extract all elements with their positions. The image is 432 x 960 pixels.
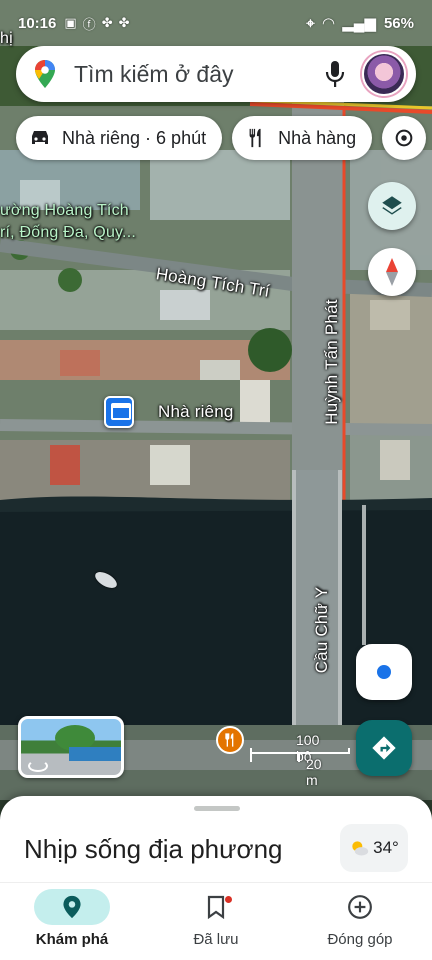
pinwheel-icon: ✤ — [118, 15, 130, 30]
bottom-sheet[interactable]: Nhịp sống địa phương 34° — [0, 796, 432, 886]
microphone-icon[interactable] — [322, 59, 348, 89]
bookmark-icon — [207, 895, 225, 919]
street-view-icon — [28, 760, 48, 772]
chip-restaurants[interactable]: Nhà hàng — [232, 116, 373, 160]
layers-button[interactable] — [368, 182, 416, 230]
profile-avatar[interactable] — [362, 52, 406, 96]
sheet-drag-handle[interactable] — [194, 806, 240, 811]
my-location-button[interactable] — [356, 644, 412, 700]
layers-icon — [382, 196, 402, 215]
status-time: 10:16 — [18, 14, 57, 32]
partly-sunny-icon — [352, 841, 369, 856]
wifi-icon: ◠ — [322, 15, 335, 32]
facebook-icon: ⓕ — [82, 16, 96, 32]
nav-saved[interactable]: Đã lưu — [144, 889, 288, 959]
home-label[interactable]: Nhà riêng — [158, 402, 234, 422]
add-circle-icon — [348, 895, 372, 919]
restaurant-marker-icon[interactable] — [216, 726, 244, 754]
more-places-icon — [395, 129, 413, 147]
home-marker-icon[interactable] — [104, 396, 134, 428]
scale-label-meters: 20 m — [306, 756, 322, 788]
weather-temperature: 34° — [373, 838, 399, 857]
search-input[interactable]: Tìm kiếm ở đây — [74, 61, 322, 88]
search-bar[interactable]: Tìm kiếm ở đây — [16, 46, 416, 102]
directions-icon — [372, 736, 396, 760]
sheet-title: Nhịp sống địa phương — [24, 834, 283, 864]
weather-chip[interactable]: 34° — [340, 824, 408, 872]
chip-home-route-label: Nhà riêng · 6 phút — [62, 127, 207, 148]
status-bar: 10:16 ▣ ⓕ ✤ ✤ ⌖ ◠ ▂▄▆ 56% — [0, 0, 432, 46]
battery-level: 56% — [383, 14, 414, 32]
my-location-icon — [377, 665, 391, 679]
nav-explore[interactable]: Khám phá — [0, 889, 144, 959]
chip-more[interactable] — [382, 116, 427, 160]
street-view-awning — [69, 747, 121, 761]
nav-contribute-label: Đóng góp — [327, 931, 393, 948]
location-icon: ⌖ — [306, 14, 315, 32]
saved-notification-dot — [225, 896, 232, 903]
chip-restaurants-label: Nhà hàng — [278, 127, 357, 148]
lte-signal-icon: ▂▄▆ — [342, 15, 376, 32]
quick-chips: Nhà riêng · 6 phút Nhà hàng — [16, 116, 427, 160]
map-label-ward: ường Hoàng Tích rí, Đống Đa, Quy... — [0, 202, 136, 241]
google-maps-pin-icon — [35, 60, 55, 88]
nav-saved-label: Đã lưu — [193, 931, 239, 948]
fork-knife-icon — [225, 733, 234, 747]
fork-knife-icon — [249, 128, 261, 148]
chip-home-route[interactable]: Nhà riêng · 6 phút — [16, 116, 223, 160]
bottom-navigation: Khám phá Đã lưu Đóng góp — [0, 882, 432, 960]
street-label-huynh-tan-phat: Huỳnh Tấn Phát — [322, 299, 341, 425]
photo-icon: ▣ — [64, 15, 77, 30]
directions-button[interactable] — [356, 720, 412, 776]
pinwheel-icon: ✤ — [101, 15, 113, 30]
car-icon — [32, 131, 48, 144]
bridge-label-cau-chu-y: Cầu Chữ Y — [312, 586, 331, 674]
compass-button[interactable] — [368, 248, 416, 296]
compass-icon — [386, 258, 398, 286]
scale-bar-meters — [250, 754, 300, 762]
explore-pin-icon — [63, 895, 81, 919]
nav-contribute[interactable]: Đóng góp — [288, 889, 432, 959]
nav-explore-label: Khám phá — [35, 931, 109, 948]
